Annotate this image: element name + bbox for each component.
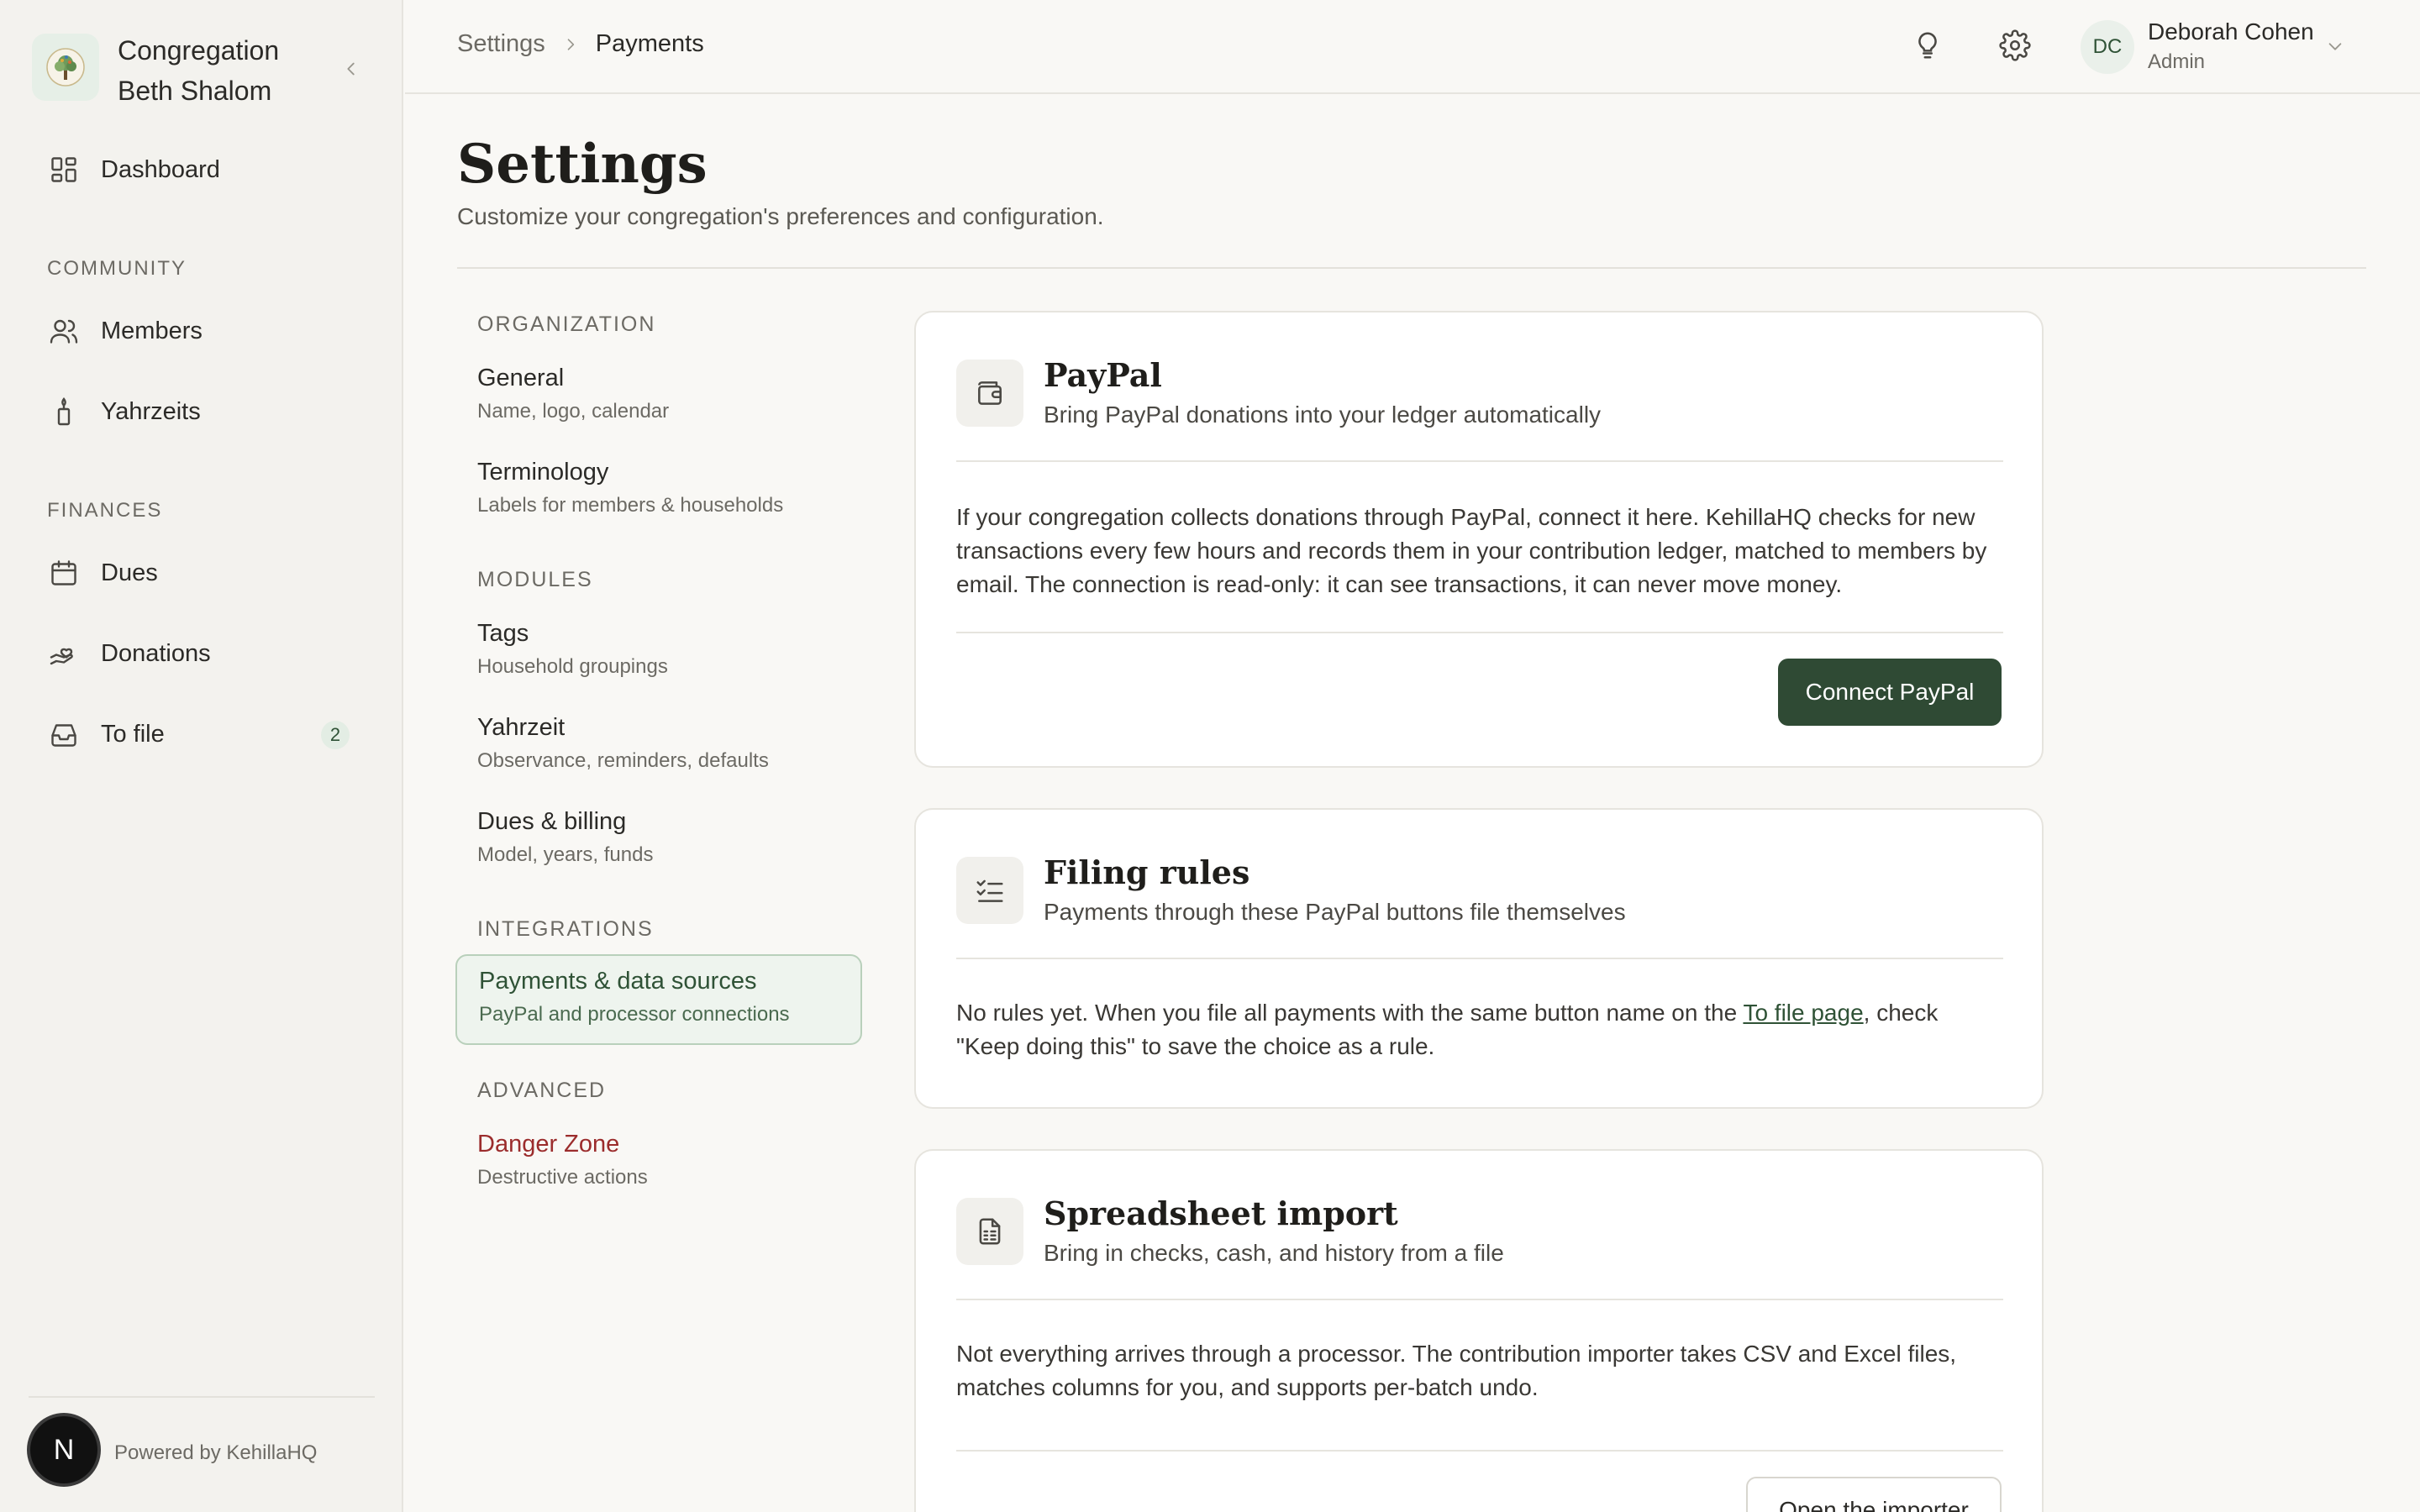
breadcrumb-current: Payments xyxy=(595,30,704,57)
tips-button[interactable] xyxy=(1909,27,1946,64)
nav-members[interactable]: Members xyxy=(30,304,375,358)
nav-to-file[interactable]: To file 2 xyxy=(30,707,375,761)
chevron-left-icon xyxy=(347,62,355,76)
paypal-card: PayPal Bring PayPal donations into your … xyxy=(914,311,2044,768)
hand-heart-icon xyxy=(47,637,81,670)
wallet-icon xyxy=(956,360,1023,427)
nav-yahrzeits[interactable]: Yahrzeits xyxy=(30,385,375,438)
card-divider xyxy=(956,1299,2003,1300)
settings-button[interactable] xyxy=(1996,27,2033,64)
paypal-card-subtitle: Bring PayPal donations into your ledger … xyxy=(1044,402,1602,428)
page-title: Settings xyxy=(457,133,708,196)
settings-nav-terminology-title: Terminology xyxy=(477,459,609,486)
settings-section-advanced: ADVANCED xyxy=(477,1079,607,1102)
card-divider xyxy=(956,632,2003,633)
paypal-card-title: PayPal xyxy=(1044,356,1162,394)
dev-tools-avatar[interactable]: N xyxy=(30,1416,97,1483)
settings-nav-payments-desc: PayPal and processor connections xyxy=(479,1003,790,1026)
settings-nav-general-title: General xyxy=(477,365,565,391)
settings-nav-dues-billing[interactable]: Dues & billing Model, years, funds xyxy=(455,796,862,887)
settings-nav-tags-title: Tags xyxy=(477,620,529,647)
breadcrumb-settings-link[interactable]: Settings xyxy=(457,30,545,58)
org-brand[interactable]: Congregation Beth Shalom xyxy=(32,30,376,106)
spreadsheet-import-card-description: Not everything arrives through a process… xyxy=(956,1341,1957,1400)
calendar-icon xyxy=(47,556,81,590)
collapse-sidebar-button[interactable] xyxy=(336,54,366,84)
top-bar: Settings Payments DC Deborah Cohen Admin xyxy=(405,0,2420,94)
filing-rules-card-description: No rules yet. When you file all payments… xyxy=(956,996,2007,1063)
user-role: Admin xyxy=(2148,50,2206,73)
nav-dues[interactable]: Dues xyxy=(30,546,375,600)
settings-nav-yahrzeit[interactable]: Yahrzeit Observance, reminders, defaults xyxy=(455,702,862,793)
org-name-line2: Beth Shalom xyxy=(118,76,272,106)
settings-nav-danger-desc: Destructive actions xyxy=(477,1166,648,1189)
filing-rules-card-title: Filing rules xyxy=(1044,853,1250,891)
open-importer-button[interactable]: Open the importer xyxy=(1746,1477,2002,1512)
spreadsheet-import-card-title: Spreadsheet import xyxy=(1044,1194,1398,1232)
settings-nav-payments-title: Payments & data sources xyxy=(479,968,757,995)
filing-rules-text-before: No rules yet. When you file all payments… xyxy=(956,1000,1744,1026)
nav-dues-label: Dues xyxy=(101,559,158,586)
user-name[interactable]: Deborah Cohen xyxy=(2148,18,2314,45)
settings-nav-danger-zone[interactable]: Danger Zone Destructive actions xyxy=(455,1119,862,1210)
settings-nav-tags-desc: Household groupings xyxy=(477,655,668,678)
chevron-right-icon xyxy=(567,38,574,50)
filing-rules-card: Filing rules Payments through these PayP… xyxy=(914,808,2044,1109)
powered-by-text: Powered by KehillaHQ xyxy=(114,1441,318,1464)
page-divider xyxy=(457,267,2366,269)
settings-nav-terminology-desc: Labels for members & households xyxy=(477,494,784,517)
settings-section-integrations: INTEGRATIONS xyxy=(477,917,654,941)
nav-section-community: COMMUNITY xyxy=(47,257,187,280)
nav-members-label: Members xyxy=(101,317,203,344)
user-avatar[interactable]: DC xyxy=(2081,20,2134,74)
org-name: Congregation Beth Shalom xyxy=(118,30,279,111)
paypal-card-description: If your congregation collects donations … xyxy=(956,504,1987,597)
dashboard-grid-icon xyxy=(47,153,81,186)
settings-nav-dues-desc: Model, years, funds xyxy=(477,843,654,866)
settings-nav-dues-title: Dues & billing xyxy=(477,808,627,835)
card-divider xyxy=(956,958,2003,959)
settings-nav-payments[interactable]: Payments & data sources PayPal and proce… xyxy=(455,954,862,1045)
checklist-icon xyxy=(956,857,1023,924)
nav-yahrzeits-label: Yahrzeits xyxy=(101,397,201,425)
to-file-count-badge: 2 xyxy=(321,721,350,749)
spreadsheet-import-card: Spreadsheet import Bring in checks, cash… xyxy=(914,1149,2044,1512)
settings-section-modules: MODULES xyxy=(477,568,593,591)
filing-rules-card-subtitle: Payments through these PayPal buttons fi… xyxy=(1044,899,1626,925)
org-name-line1: Congregation xyxy=(118,35,280,66)
card-divider xyxy=(956,1450,2003,1452)
inbox-icon xyxy=(47,717,81,751)
users-icon xyxy=(47,314,81,348)
settings-nav-tags[interactable]: Tags Household groupings xyxy=(455,608,862,699)
card-divider xyxy=(956,460,2003,462)
nav-dashboard[interactable]: Dashboard xyxy=(30,143,375,197)
candle-icon xyxy=(47,395,81,428)
settings-nav-terminology[interactable]: Terminology Labels for members & househo… xyxy=(455,447,862,538)
sidebar-divider xyxy=(29,1396,375,1398)
breadcrumb: Settings Payments xyxy=(457,30,704,58)
chevron-down-icon xyxy=(2328,43,2342,50)
nav-dashboard-label: Dashboard xyxy=(101,155,220,183)
settings-nav-yahrzeit-desc: Observance, reminders, defaults xyxy=(477,749,769,772)
spreadsheet-file-icon xyxy=(956,1198,1023,1265)
page-subtitle: Customize your congregation's preference… xyxy=(457,203,1104,229)
nav-donations-label: Donations xyxy=(101,639,211,667)
nav-donations[interactable]: Donations xyxy=(30,627,375,680)
gear-icon xyxy=(1999,29,2031,61)
connect-paypal-button[interactable]: Connect PayPal xyxy=(1778,659,2002,726)
user-menu-toggle[interactable] xyxy=(2323,34,2348,59)
settings-nav-general-desc: Name, logo, calendar xyxy=(477,400,670,423)
spreadsheet-import-card-subtitle: Bring in checks, cash, and history from … xyxy=(1044,1240,1504,1266)
settings-section-organization: ORGANIZATION xyxy=(477,312,656,336)
settings-nav-yahrzeit-title: Yahrzeit xyxy=(477,714,566,741)
settings-nav-general[interactable]: General Name, logo, calendar xyxy=(455,353,862,444)
tree-logo-icon xyxy=(32,34,99,101)
to-file-page-link[interactable]: To file page xyxy=(1743,1000,1863,1026)
nav-section-finances: FINANCES xyxy=(47,499,163,522)
nav-to-file-label: To file xyxy=(101,720,165,748)
lightbulb-icon xyxy=(1918,32,1937,59)
sidebar: Congregation Beth Shalom Dashboard COMMU… xyxy=(0,0,403,1512)
settings-nav-danger-title: Danger Zone xyxy=(477,1131,620,1158)
